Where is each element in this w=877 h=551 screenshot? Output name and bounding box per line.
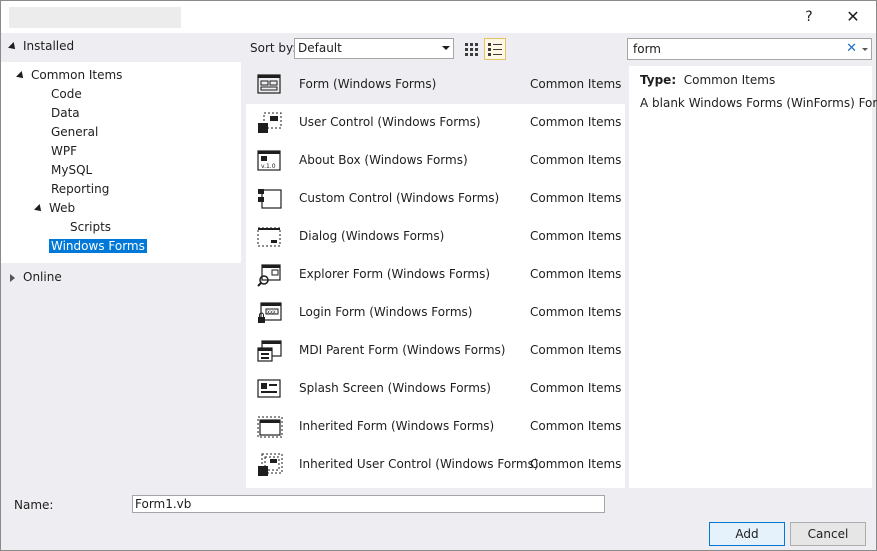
inherited-form-icon xyxy=(256,414,284,440)
template-category: Common Items xyxy=(530,381,622,395)
clear-search-icon[interactable]: ✕ xyxy=(846,39,857,59)
template-item[interactable]: MDI Parent Form (Windows Forms) Common I… xyxy=(246,332,625,370)
add-new-item-dialog: ? ✕ Installed Common Items Code Data Gen… xyxy=(0,0,877,551)
template-name: Form (Windows Forms) xyxy=(299,77,437,91)
dialog-icon xyxy=(256,224,284,250)
help-button[interactable]: ? xyxy=(797,5,821,29)
grid-view-icon xyxy=(465,43,478,56)
template-name: MDI Parent Form (Windows Forms) xyxy=(299,343,506,357)
template-name: Dialog (Windows Forms) xyxy=(299,229,445,243)
sort-by-label: Sort by: xyxy=(250,41,297,55)
type-value: Common Items xyxy=(683,73,776,87)
template-category: Common Items xyxy=(530,115,622,129)
expanded-arrow-icon[interactable] xyxy=(8,41,18,52)
template-name: Login Form (Windows Forms) xyxy=(299,305,473,319)
template-item[interactable]: xxx Login Form (Windows Forms) Common It… xyxy=(246,294,625,332)
dropdown-arrow-icon xyxy=(442,46,450,50)
close-button[interactable]: ✕ xyxy=(841,5,865,29)
tree-node-code[interactable]: Code xyxy=(51,85,82,104)
svg-text:v.1.0: v.1.0 xyxy=(261,163,276,170)
template-item[interactable]: Inherited Form (Windows Forms) Common It… xyxy=(246,408,625,446)
template-name: Splash Screen (Windows Forms) xyxy=(299,381,491,395)
explorer-form-icon xyxy=(256,262,284,288)
type-label: Type: xyxy=(640,73,677,87)
template-item[interactable]: Form (Windows Forms) Common Items xyxy=(246,66,625,104)
cancel-button[interactable]: Cancel xyxy=(790,522,866,546)
inherited-user-control-icon xyxy=(256,452,284,478)
template-category: Common Items xyxy=(530,267,622,281)
splash-screen-icon xyxy=(256,376,284,402)
search-input[interactable]: form ✕ xyxy=(627,38,872,60)
search-value: form xyxy=(633,42,661,56)
expanded-arrow-icon[interactable] xyxy=(34,203,44,214)
tree-node-label: Common Items xyxy=(31,68,123,82)
tree-node-online[interactable]: Online xyxy=(10,268,62,287)
user-control-icon xyxy=(256,110,284,136)
sort-by-dropdown[interactable]: Default xyxy=(294,38,454,59)
template-category: Common Items xyxy=(530,191,622,205)
tree-node-scripts[interactable]: Scripts xyxy=(70,218,111,237)
file-name-input[interactable]: Form1.vb xyxy=(132,495,605,513)
title-bar: ? ✕ xyxy=(1,1,876,33)
template-category: Common Items xyxy=(530,457,622,471)
template-item[interactable]: Inherited User Control (Windows Forms) C… xyxy=(246,446,625,484)
template-name: Inherited User Control (Windows Forms) xyxy=(299,457,539,471)
form-icon xyxy=(256,72,284,98)
template-item[interactable]: Explorer Form (Windows Forms) Common Ite… xyxy=(246,256,625,294)
template-item[interactable]: User Control (Windows Forms) Common Item… xyxy=(246,104,625,142)
details-panel: Type: Common Items A blank Windows Forms… xyxy=(629,66,877,488)
template-name: Explorer Form (Windows Forms) xyxy=(299,267,491,281)
template-name: User Control (Windows Forms) xyxy=(299,115,481,129)
template-description: A blank Windows Forms (WinForms) Form xyxy=(640,96,877,110)
sort-by-value: Default xyxy=(298,41,342,55)
template-tree: Common Items Code Data General WPF MySQL… xyxy=(1,62,241,263)
tree-header: Installed xyxy=(1,33,241,62)
template-item[interactable]: Dialog (Windows Forms) Common Items xyxy=(246,218,625,256)
tree-node-label: Online xyxy=(23,270,62,284)
mdi-parent-form-icon xyxy=(256,338,284,364)
template-name: About Box (Windows Forms) xyxy=(299,153,468,167)
list-view-icon xyxy=(488,43,502,56)
tree-node-installed[interactable]: Installed xyxy=(8,37,75,56)
template-item[interactable]: Splash Screen (Windows Forms) Common Ite… xyxy=(246,370,625,408)
custom-control-icon xyxy=(256,186,284,212)
tree-node-windows-forms[interactable]: Windows Forms xyxy=(49,237,147,256)
template-item[interactable]: v.1.0 About Box (Windows Forms) Common I… xyxy=(246,142,625,180)
search-dropdown-icon[interactable] xyxy=(862,48,868,51)
template-category: Common Items xyxy=(530,305,622,319)
template-name: Custom Control (Windows Forms) xyxy=(299,191,500,205)
template-category: Common Items xyxy=(530,153,622,167)
name-label: Name: xyxy=(14,498,54,512)
tree-node-common-items[interactable]: Common Items xyxy=(16,66,123,85)
expanded-arrow-icon[interactable] xyxy=(16,70,26,81)
about-box-icon: v.1.0 xyxy=(256,148,284,174)
add-button[interactable]: Add xyxy=(709,522,785,546)
login-form-icon: xxx xyxy=(256,300,284,326)
tree-node-wpf[interactable]: WPF xyxy=(51,142,77,161)
template-name: Inherited Form (Windows Forms) xyxy=(299,419,495,433)
template-category: Common Items xyxy=(530,77,622,91)
tree-node-label: Installed xyxy=(23,39,75,53)
tree-node-data[interactable]: Data xyxy=(51,104,80,123)
tree-node-mysql[interactable]: MySQL xyxy=(51,161,92,180)
template-category: Common Items xyxy=(530,229,622,243)
tree-node-reporting[interactable]: Reporting xyxy=(51,180,109,199)
window-title-redacted xyxy=(9,7,181,28)
tree-node-web[interactable]: Web xyxy=(34,199,76,218)
template-list: Form (Windows Forms) Common Items User C… xyxy=(246,66,625,488)
template-category: Common Items xyxy=(530,343,622,357)
tree-node-general[interactable]: General xyxy=(51,123,98,142)
tree-node-label: Web xyxy=(49,201,76,215)
collapsed-arrow-icon[interactable] xyxy=(10,273,15,282)
type-row: Type: Common Items xyxy=(640,73,775,87)
template-category: Common Items xyxy=(530,419,622,433)
svg-text:xxx: xxx xyxy=(267,310,276,316)
template-item[interactable]: Custom Control (Windows Forms) Common It… xyxy=(246,180,625,218)
small-icons-view-button[interactable] xyxy=(461,38,481,59)
details-view-button[interactable] xyxy=(484,38,506,60)
tree-node-label-selected: Windows Forms xyxy=(49,239,147,253)
